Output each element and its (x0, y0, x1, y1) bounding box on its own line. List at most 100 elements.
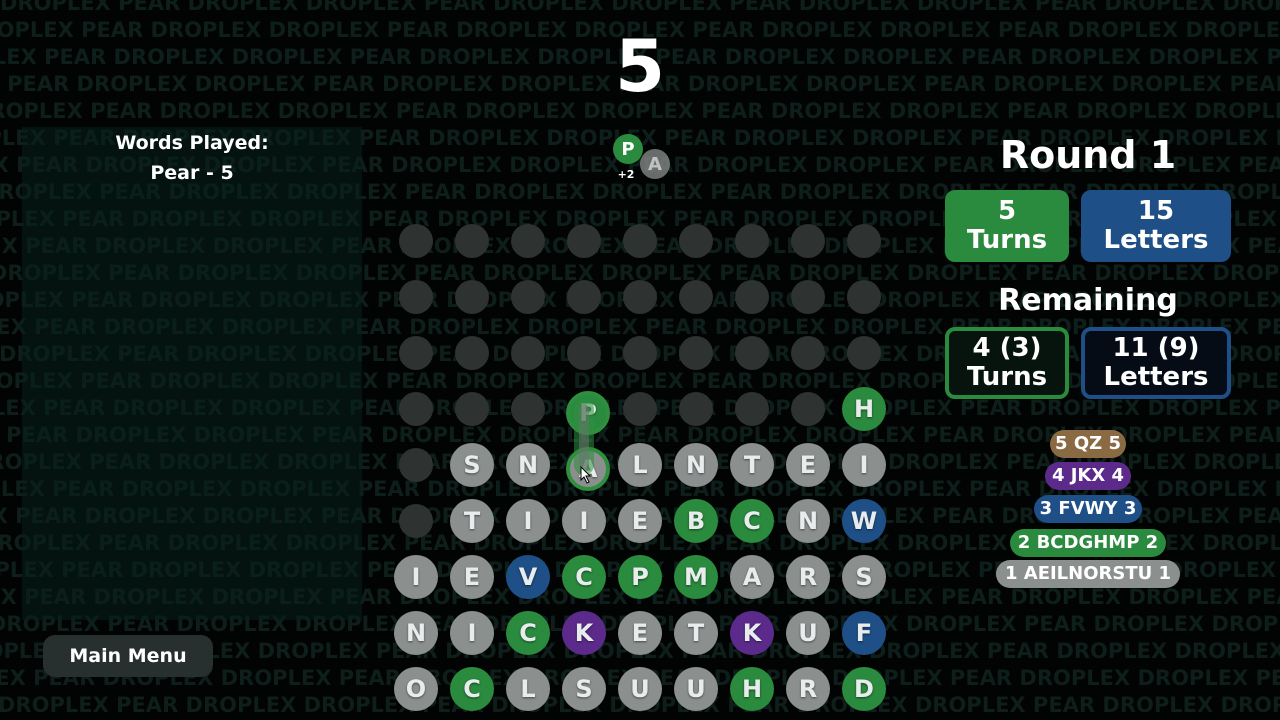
letter-tile[interactable]: E (450, 555, 494, 599)
empty-slot (735, 280, 769, 314)
letter-tile[interactable]: N (674, 443, 718, 487)
remaining-turns-label: Turns (966, 362, 1048, 392)
empty-slot (511, 280, 545, 314)
empty-slot (735, 336, 769, 370)
round-turns-box: 5 Turns (945, 190, 1069, 262)
letter-tile[interactable]: T (730, 443, 774, 487)
empty-slot (399, 448, 433, 482)
empty-slot (567, 224, 601, 258)
empty-slot (679, 224, 713, 258)
letter-tile[interactable]: I (506, 499, 550, 543)
empty-slot (511, 392, 545, 426)
remaining-letters-box: 11 (9) Letters (1081, 327, 1231, 399)
letter-tile[interactable]: R (786, 667, 830, 711)
empty-slot (399, 392, 433, 426)
letter-tile[interactable]: E (618, 499, 662, 543)
empty-slot (847, 224, 881, 258)
empty-slot (567, 336, 601, 370)
letter-tile[interactable]: O (394, 667, 438, 711)
letter-tile[interactable]: L (618, 443, 662, 487)
empty-slot (623, 336, 657, 370)
letter-tile[interactable]: D (842, 667, 886, 711)
empty-slot (455, 224, 489, 258)
letter-tile[interactable]: S (842, 555, 886, 599)
empty-slot (679, 336, 713, 370)
letter-tile[interactable]: N (786, 499, 830, 543)
empty-slot (791, 280, 825, 314)
letter-tile[interactable]: K (730, 611, 774, 655)
remaining-turns-value: 4 (3) (972, 333, 1042, 363)
letter-tile[interactable]: H (842, 387, 886, 431)
remaining-title: Remaining (998, 283, 1178, 318)
selection-bonus: +2 (617, 168, 635, 181)
letter-tile[interactable]: W (842, 499, 886, 543)
legend-pill: 3 FVWY 3 (1034, 495, 1142, 523)
empty-slot (847, 280, 881, 314)
legend-pill: 2 BCDGHMP 2 (1010, 529, 1166, 557)
legend-pill: 1 AEILNORSTU 1 (996, 560, 1180, 588)
letter-tile[interactable]: I (394, 555, 438, 599)
letter-tile[interactable]: U (786, 611, 830, 655)
letter-tile[interactable]: N (506, 443, 550, 487)
remaining-turns-box: 4 (3) Turns (945, 327, 1069, 399)
round-letters-label: Letters (1103, 225, 1209, 255)
empty-slot (399, 224, 433, 258)
empty-slot (623, 224, 657, 258)
letter-tile[interactable]: P (566, 391, 610, 435)
mouse-cursor-icon (580, 466, 592, 484)
selection-preview-chip: A (640, 149, 670, 179)
empty-slot (455, 336, 489, 370)
round-title: Round 1 (999, 133, 1177, 177)
empty-slot (455, 280, 489, 314)
empty-slot (791, 336, 825, 370)
letter-tile[interactable]: N (394, 611, 438, 655)
letter-tile[interactable]: S (450, 443, 494, 487)
round-turns-value: 5 (997, 196, 1017, 226)
round-letters-box: 15 Letters (1081, 190, 1231, 262)
empty-slot (399, 504, 433, 538)
letter-tile[interactable]: K (562, 611, 606, 655)
empty-slot (567, 280, 601, 314)
letter-tile[interactable]: C (562, 555, 606, 599)
letter-tile[interactable]: U (674, 667, 718, 711)
empty-slot (399, 280, 433, 314)
empty-slot (791, 392, 825, 426)
empty-slot (455, 392, 489, 426)
letter-tile[interactable]: E (786, 443, 830, 487)
letter-tile[interactable]: C (730, 499, 774, 543)
empty-slot (679, 280, 713, 314)
letter-tile[interactable]: H (730, 667, 774, 711)
empty-slot (735, 392, 769, 426)
letter-tile[interactable]: P (618, 555, 662, 599)
letter-tile[interactable]: I (450, 611, 494, 655)
empty-slot (791, 224, 825, 258)
letter-tile[interactable]: C (506, 611, 550, 655)
letter-tile[interactable]: I (562, 499, 606, 543)
letter-tile[interactable]: F (842, 611, 886, 655)
letter-tile[interactable]: I (842, 443, 886, 487)
letter-tile[interactable]: U (618, 667, 662, 711)
empty-slot (623, 392, 657, 426)
letter-tile[interactable]: B (674, 499, 718, 543)
letter-tile[interactable]: S (562, 667, 606, 711)
remaining-letters-value: 11 (9) (1112, 333, 1200, 363)
letter-tile[interactable]: A (730, 555, 774, 599)
letter-tile[interactable]: T (674, 611, 718, 655)
letter-tile[interactable]: T (450, 499, 494, 543)
round-turns-label: Turns (966, 225, 1048, 255)
empty-slot (679, 392, 713, 426)
empty-slot (511, 224, 545, 258)
letter-tile[interactable]: V (506, 555, 550, 599)
legend-pill: 4 JKX 4 (1045, 462, 1131, 490)
selection-preview-chip: P (613, 134, 643, 164)
letter-tile[interactable]: E (618, 611, 662, 655)
letter-tile[interactable]: M (674, 555, 718, 599)
letter-tile[interactable]: L (506, 667, 550, 711)
letter-tile[interactable]: C (450, 667, 494, 711)
empty-slot (623, 280, 657, 314)
empty-slot (735, 224, 769, 258)
legend-pill: 5 QZ 5 (1050, 430, 1126, 458)
letter-tile[interactable]: R (786, 555, 830, 599)
empty-slot (399, 336, 433, 370)
empty-slot (511, 336, 545, 370)
